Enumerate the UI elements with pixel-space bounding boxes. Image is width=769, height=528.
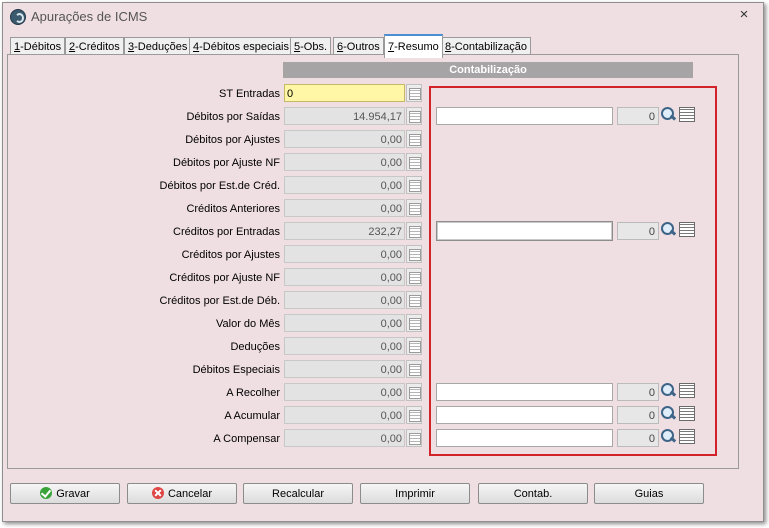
debitos-especiais-field[interactable]: 0,00 [284,360,405,378]
code-field-a-recolher[interactable]: 0 [617,383,659,401]
recalcular-button[interactable]: Recalcular [243,483,353,504]
label-creditos-anteriores: Créditos Anteriores [186,203,280,215]
contabilizacao-header: Contabilização [283,62,693,78]
calculator-icon[interactable] [406,84,422,102]
debitos-ajustes-field[interactable]: 0,00 [284,130,405,148]
label-creditos-ajuste-nf: Créditos por Ajuste NF [169,272,280,284]
calculator-icon[interactable] [406,314,422,332]
label-creditos-est-deb: Créditos por Est.de Déb. [159,295,280,307]
code-field-a-acumular[interactable]: 0 [617,406,659,424]
code-field-debitos-saidas[interactable]: 0 [617,107,659,125]
check-icon [40,487,53,499]
creditos-est-deb-field[interactable]: 0,00 [284,291,405,309]
tab-resumo[interactable]: 7-Resumo [384,34,443,58]
debitos-est-cred-field[interactable]: 0,00 [284,176,405,194]
title-bar: Apurações de ICMS × [3,3,763,31]
search-icon[interactable] [659,404,678,422]
account-input-creditos-entradas[interactable] [436,221,613,241]
calculator-icon[interactable] [406,222,422,240]
label-creditos-ajustes: Créditos por Ajustes [181,249,280,261]
calculator-icon[interactable] [406,383,422,401]
a-recolher-field[interactable]: 0,00 [284,383,405,401]
imprimir-button[interactable]: Imprimir [360,483,470,504]
label-deducoes: Deduções [230,341,280,353]
a-acumular-field[interactable]: 0,00 [284,406,405,424]
debitos-ajuste-nf-field[interactable]: 0,00 [284,153,405,171]
calculator-icon[interactable] [406,199,422,217]
creditos-ajustes-field[interactable]: 0,00 [284,245,405,263]
account-input-a-compensar[interactable] [436,429,613,447]
label-debitos-ajustes: Débitos por Ajustes [185,134,280,146]
label-debitos-especiais: Débitos Especiais [192,364,280,376]
a-compensar-field[interactable]: 0,00 [284,429,405,447]
calculator-icon[interactable] [406,337,422,355]
label-a-recolher: A Recolher [226,387,280,399]
search-icon[interactable] [659,220,678,238]
st-entradas-field[interactable]: 0 [284,84,405,102]
account-input-a-acumular[interactable] [436,406,613,424]
creditos-entradas-field[interactable]: 232,27 [284,222,405,240]
creditos-anteriores-field[interactable]: 0,00 [284,199,405,217]
cancelar-button[interactable]: Cancelar [127,483,237,504]
calculator-icon[interactable] [406,245,422,263]
label-st-entradas: ST Entradas [219,88,280,100]
search-icon[interactable] [659,427,678,445]
cancelar-label: Cancelar [167,488,213,500]
window-title: Apurações de ICMS [31,9,148,24]
calculator-icon[interactable] [406,107,422,125]
label-a-acumular: A Acumular [224,410,280,422]
search-icon[interactable] [659,105,678,123]
list-icon[interactable] [678,381,696,399]
code-field-creditos-entradas[interactable]: 0 [617,222,659,240]
calculator-icon[interactable] [406,291,422,309]
code-field-a-compensar[interactable]: 0 [617,429,659,447]
calculator-icon[interactable] [406,153,422,171]
creditos-ajuste-nf-field[interactable]: 0,00 [284,268,405,286]
gravar-button[interactable]: Gravar [10,483,120,504]
label-debitos-est-cred: Débitos por Est.de Créd. [159,180,280,192]
list-icon[interactable] [678,105,696,123]
close-icon[interactable]: × [735,6,753,24]
valor-mes-field[interactable]: 0,00 [284,314,405,332]
account-input-a-recolher[interactable] [436,383,613,401]
calculator-icon[interactable] [406,360,422,378]
account-input-debitos-saidas[interactable] [436,107,613,125]
guias-button[interactable]: Guias [594,483,704,504]
calculator-icon[interactable] [406,130,422,148]
contab-button[interactable]: Contab. [478,483,588,504]
calculator-icon[interactable] [406,176,422,194]
calculator-icon[interactable] [406,406,422,424]
label-debitos-saidas: Débitos por Saídas [186,111,280,123]
label-creditos-entradas: Créditos por Entradas [173,226,280,238]
search-icon[interactable] [659,381,678,399]
app-icon [10,9,26,25]
list-icon[interactable] [678,220,696,238]
debitos-saidas-field[interactable]: 14.954,17 [284,107,405,125]
list-icon[interactable] [678,404,696,422]
gravar-label: Gravar [56,488,90,500]
deducoes-field[interactable]: 0,00 [284,337,405,355]
label-a-compensar: A Compensar [213,433,280,445]
calculator-icon[interactable] [406,429,422,447]
label-debitos-ajuste-nf: Débitos por Ajuste NF [173,157,280,169]
calculator-icon[interactable] [406,268,422,286]
cancel-icon [151,487,164,499]
label-valor-mes: Valor do Mês [216,318,280,330]
list-icon[interactable] [678,427,696,445]
